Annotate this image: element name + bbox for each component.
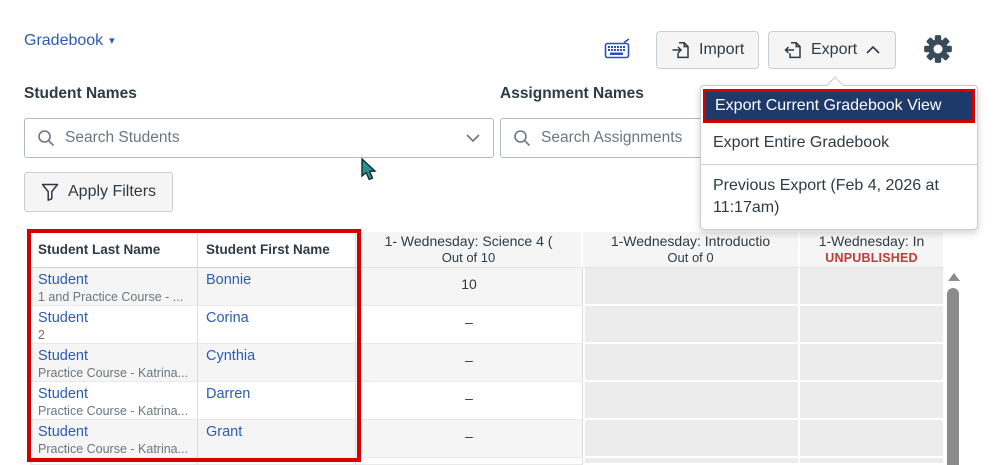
assignment-title: 1- Wednesday: Science 4 (: [384, 233, 553, 249]
assignment-points: Out of 10: [441, 250, 496, 265]
grade-cell[interactable]: [800, 306, 945, 344]
grade-cell[interactable]: [583, 420, 800, 458]
import-button[interactable]: Import: [656, 31, 760, 69]
grade-cell[interactable]: –: [356, 344, 583, 382]
grade-cell[interactable]: [583, 382, 800, 420]
grade-cell[interactable]: [800, 420, 945, 458]
search-icon: [513, 129, 531, 147]
chevron-up-icon: [865, 45, 881, 55]
mouse-cursor: [360, 158, 380, 182]
student-first-name-link[interactable]: Bonnie: [206, 272, 251, 288]
chevron-down-icon[interactable]: [465, 133, 481, 143]
gradebook-view-label: Gradebook: [24, 32, 104, 49]
vertical-scrollbar[interactable]: [946, 268, 961, 465]
grade-cell[interactable]: [800, 382, 945, 420]
column-header-assignment-1[interactable]: 1- Wednesday: Science 4 ( Out of 10: [356, 232, 583, 268]
table-header-row: Student Last Name Student First Name 1- …: [30, 232, 945, 268]
student-first-name-link[interactable]: Grant: [206, 424, 242, 440]
grade-cell[interactable]: 10: [356, 268, 583, 306]
gear-icon: [922, 33, 954, 65]
table-row: Student Practice Course - Katrina... Gra…: [30, 420, 945, 458]
chevron-down-icon: ▾: [109, 35, 115, 47]
scrollbar-thumb[interactable]: [947, 288, 959, 465]
student-names-heading: Student Names: [24, 85, 137, 102]
student-search-box[interactable]: [24, 118, 494, 158]
column-header-student-last-name[interactable]: Student Last Name: [30, 232, 198, 268]
apply-filters-button[interactable]: Apply Filters: [24, 172, 174, 212]
menu-item-export-entire-gradebook[interactable]: Export Entire Gradebook: [701, 125, 977, 161]
gradebook-settings-button[interactable]: [922, 33, 954, 65]
menu-divider: [701, 164, 977, 165]
column-header-assignment-2[interactable]: 1-Wednesday: Introductio Out of 0: [583, 232, 800, 268]
import-icon: [671, 40, 691, 60]
export-button-label: Export: [811, 41, 858, 58]
table-row: Student 2 Corina –: [30, 306, 945, 344]
grade-cell[interactable]: [583, 306, 800, 344]
student-course-subtext: Practice Course - Katrina...: [38, 442, 189, 456]
grade-cell[interactable]: [583, 268, 800, 306]
search-icon: [37, 129, 55, 147]
grade-cell[interactable]: –: [356, 382, 583, 420]
import-button-label: Import: [699, 41, 745, 58]
assignment-title: 1-Wednesday: Introductio: [610, 233, 771, 249]
student-first-name-link[interactable]: Corina: [206, 310, 249, 326]
table-row: Student Practice Course - Katrina... Dar…: [30, 382, 945, 420]
student-course-subtext: 2: [38, 328, 45, 342]
menu-item-export-current-view[interactable]: Export Current Gradebook View: [703, 89, 975, 123]
table-row-partial: [30, 458, 945, 465]
student-course-subtext: Practice Course - Katrina...: [38, 366, 189, 380]
gradebook-view-dropdown[interactable]: Gradebook ▾: [24, 32, 115, 50]
student-last-name-link[interactable]: Student: [38, 272, 88, 288]
export-icon: [783, 40, 803, 60]
grade-cell[interactable]: –: [356, 420, 583, 458]
grade-cell[interactable]: [583, 344, 800, 382]
table-row: Student 1 and Practice Course - ... Bonn…: [30, 268, 945, 306]
student-last-name-link[interactable]: Student: [38, 386, 88, 402]
student-search-input[interactable]: [65, 129, 455, 147]
student-last-name-link[interactable]: Student: [38, 348, 88, 364]
column-header-assignment-3[interactable]: 1-Wednesday: In UNPUBLISHED: [800, 232, 945, 268]
student-course-subtext: Practice Course - Katrina...: [38, 404, 189, 418]
grade-cell[interactable]: [800, 344, 945, 382]
assignment-points: Out of 0: [667, 250, 714, 265]
gradebook-table: Student Last Name Student First Name 1- …: [30, 232, 945, 465]
column-header-student-first-name[interactable]: Student First Name: [198, 232, 356, 268]
student-first-name-link[interactable]: Darren: [206, 386, 250, 402]
grade-cell[interactable]: [800, 268, 945, 306]
scroll-up-arrow[interactable]: [947, 273, 960, 281]
student-course-subtext: 1 and Practice Course - ...: [38, 290, 184, 304]
student-last-name-link[interactable]: Student: [38, 310, 88, 326]
student-first-name-link[interactable]: Cynthia: [206, 348, 255, 364]
student-last-name-link[interactable]: Student: [38, 424, 88, 440]
keyboard-shortcuts-icon[interactable]: [604, 38, 631, 60]
assignment-names-heading: Assignment Names: [500, 85, 644, 102]
table-row: Student Practice Course - Katrina... Cyn…: [30, 344, 945, 382]
unpublished-badge: UNPUBLISHED: [825, 251, 918, 265]
apply-filters-label: Apply Filters: [68, 183, 157, 200]
export-button[interactable]: Export: [768, 31, 897, 69]
menu-item-previous-export[interactable]: Previous Export (Feb 4, 2026 at 11:17am): [701, 168, 977, 223]
assignment-title: 1-Wednesday: In: [818, 233, 925, 249]
grade-cell[interactable]: –: [356, 306, 583, 344]
filter-funnel-icon: [41, 183, 59, 202]
export-dropdown-menu: Export Current Gradebook View Export Ent…: [700, 76, 978, 230]
